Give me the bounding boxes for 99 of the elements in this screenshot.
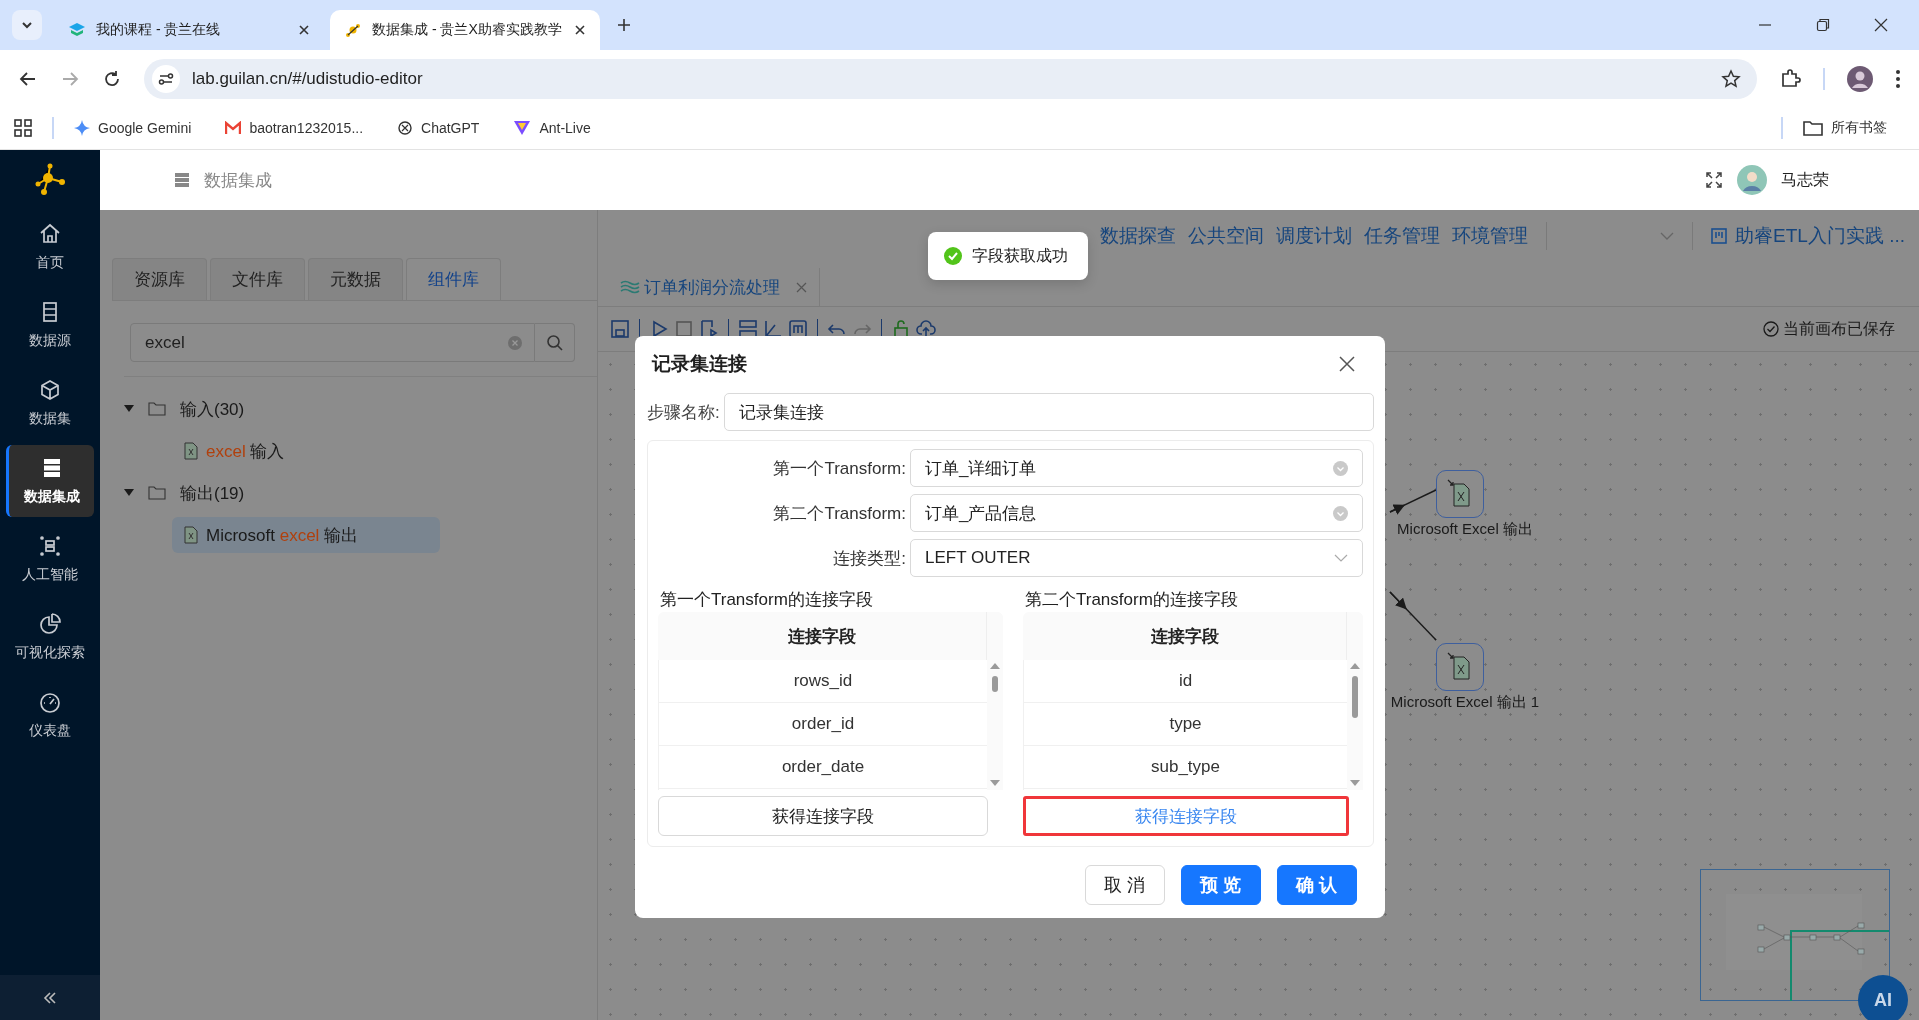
save-status: 当前画布已保存 bbox=[1763, 318, 1895, 340]
step-name-field[interactable]: 记录集连接 bbox=[723, 393, 1374, 431]
browser-tab[interactable]: 我的课程 - 贵兰在线 bbox=[54, 10, 324, 50]
dialog-title: 记录集连接 bbox=[652, 352, 747, 376]
bookmark-folder[interactable]: 所有书签 bbox=[1803, 119, 1887, 137]
tree-folder-label[interactable]: 输出(19) bbox=[180, 481, 245, 505]
save-icon[interactable] bbox=[610, 319, 630, 339]
stop-icon[interactable] bbox=[674, 319, 694, 339]
section-label: 第二个Transform的连接字段 bbox=[1025, 589, 1239, 611]
tree-item[interactable]: Microsoft excel 输出 bbox=[172, 517, 440, 553]
scrollbar[interactable] bbox=[1347, 660, 1363, 790]
bookmark[interactable]: Ant-Live bbox=[513, 120, 591, 136]
search-field[interactable]: excel bbox=[130, 323, 535, 362]
logo-icon bbox=[344, 21, 362, 39]
canvas-node[interactable] bbox=[1436, 470, 1484, 518]
select-field[interactable]: 订单_产品信息 bbox=[910, 494, 1363, 532]
ai-button[interactable]: AI bbox=[1858, 975, 1908, 1020]
bookmark[interactable]: ChatGPT bbox=[397, 120, 480, 136]
nav-item[interactable]: 仪表盘 bbox=[6, 679, 94, 751]
pie-chart-icon bbox=[38, 612, 62, 636]
bookmark[interactable]: Google Gemini bbox=[74, 120, 192, 136]
tab-list-button[interactable] bbox=[12, 10, 42, 40]
restore-icon[interactable] bbox=[1815, 17, 1831, 33]
folder-icon bbox=[1803, 120, 1823, 136]
box-icon[interactable] bbox=[788, 319, 808, 339]
get-fields-button[interactable]: 获得连接字段 bbox=[658, 796, 988, 836]
nav-item[interactable]: 首页 bbox=[6, 211, 94, 283]
avatar-icon[interactable] bbox=[1847, 65, 1873, 92]
primary-button[interactable]: 预 览 bbox=[1181, 865, 1261, 905]
site-info-icon[interactable] bbox=[152, 64, 180, 93]
nav-item[interactable]: 数据集成 bbox=[6, 445, 94, 517]
panel-tab[interactable]: 文件库 bbox=[210, 258, 305, 300]
scrollbar[interactable] bbox=[987, 660, 1003, 790]
new-tab-icon[interactable] bbox=[616, 17, 632, 33]
node-label: Microsoft Excel 输出 bbox=[1396, 520, 1534, 539]
panel-tab[interactable]: 元数据 bbox=[308, 258, 403, 300]
canvas-node[interactable] bbox=[1436, 643, 1484, 691]
puzzle-icon[interactable] bbox=[1779, 67, 1801, 90]
nav-item[interactable]: 人工智能 bbox=[6, 523, 94, 595]
close-icon[interactable] bbox=[1873, 17, 1889, 33]
spreadsheet-icon bbox=[182, 525, 200, 545]
section-label: 第一个Transform的连接字段 bbox=[660, 589, 874, 611]
node-label: Microsoft Excel 输出 1 bbox=[1390, 693, 1540, 712]
spreadsheet-icon bbox=[182, 441, 200, 461]
field-label: 步骤名称: bbox=[647, 401, 720, 424]
sparkle-icon bbox=[74, 120, 90, 136]
mail-icon bbox=[225, 121, 242, 135]
field-label: 第二个Transform: bbox=[772, 502, 906, 525]
search-icon bbox=[545, 333, 564, 352]
dropdown[interactable]: LEFT OUTER bbox=[910, 539, 1363, 577]
board-icon bbox=[1711, 228, 1728, 244]
panel-tab[interactable]: 资源库 bbox=[112, 258, 207, 300]
tree-folder-label[interactable]: 输入(30) bbox=[180, 397, 245, 421]
double-chevron-left-icon bbox=[42, 990, 58, 1005]
toast-message: 字段获取成功 bbox=[928, 232, 1088, 280]
star-icon[interactable] bbox=[1721, 68, 1741, 89]
close-icon[interactable] bbox=[574, 24, 586, 36]
server-icon bbox=[174, 172, 190, 188]
cloud-upload-icon[interactable] bbox=[916, 319, 936, 339]
avatar-icon[interactable] bbox=[1737, 165, 1767, 195]
success-icon bbox=[944, 247, 962, 265]
primary-button[interactable]: 确 认 bbox=[1277, 865, 1357, 905]
caret-icon[interactable] bbox=[124, 489, 134, 497]
field-label: 连接类型: bbox=[832, 547, 906, 570]
check-circle-icon bbox=[1763, 321, 1779, 337]
reload-icon[interactable] bbox=[102, 68, 122, 89]
axis-icon[interactable] bbox=[763, 319, 783, 339]
stack-icon bbox=[68, 21, 86, 39]
select-field[interactable]: 订单_详细订单 bbox=[910, 449, 1363, 487]
user-name[interactable]: 马志荣 bbox=[1781, 169, 1829, 191]
scan-icon bbox=[38, 534, 62, 558]
bookmark[interactable]: baotran1232015... bbox=[225, 120, 364, 136]
nav-item[interactable]: 数据集 bbox=[6, 367, 94, 439]
folder-icon bbox=[148, 486, 166, 500]
close-icon[interactable] bbox=[298, 24, 310, 36]
unlock-icon[interactable] bbox=[891, 319, 911, 339]
home-icon bbox=[38, 222, 62, 246]
tree-item[interactable]: excel 输入 bbox=[172, 433, 440, 469]
cube-icon bbox=[38, 378, 62, 402]
address-bar[interactable]: lab.guilan.cn/#/udistudio-editor bbox=[144, 58, 1757, 99]
triangle-icon bbox=[513, 120, 532, 136]
export-icon[interactable] bbox=[699, 319, 719, 339]
cancel-button[interactable]: 取 消 bbox=[1085, 865, 1165, 905]
layout-icon[interactable] bbox=[738, 319, 758, 339]
gauge-icon bbox=[38, 690, 62, 714]
apps-icon[interactable] bbox=[14, 119, 32, 137]
menu-icon[interactable] bbox=[1895, 68, 1901, 89]
search-button[interactable] bbox=[535, 323, 575, 362]
nav-item[interactable]: 可视化探索 bbox=[6, 601, 94, 673]
folder-icon bbox=[148, 402, 166, 416]
waves-icon bbox=[620, 279, 640, 295]
page-title: 数据集成 bbox=[204, 169, 272, 192]
fullscreen-icon[interactable] bbox=[1705, 171, 1723, 189]
browser-tab[interactable]: 数据集成 - 贵兰X助睿实践教学 bbox=[330, 10, 600, 50]
nav-item[interactable]: 数据源 bbox=[6, 289, 94, 361]
get-fields-button[interactable]: 获得连接字段 bbox=[1023, 796, 1349, 836]
caret-icon[interactable] bbox=[124, 405, 134, 413]
field-label: 第一个Transform: bbox=[772, 457, 906, 480]
close-icon[interactable] bbox=[1338, 355, 1356, 373]
